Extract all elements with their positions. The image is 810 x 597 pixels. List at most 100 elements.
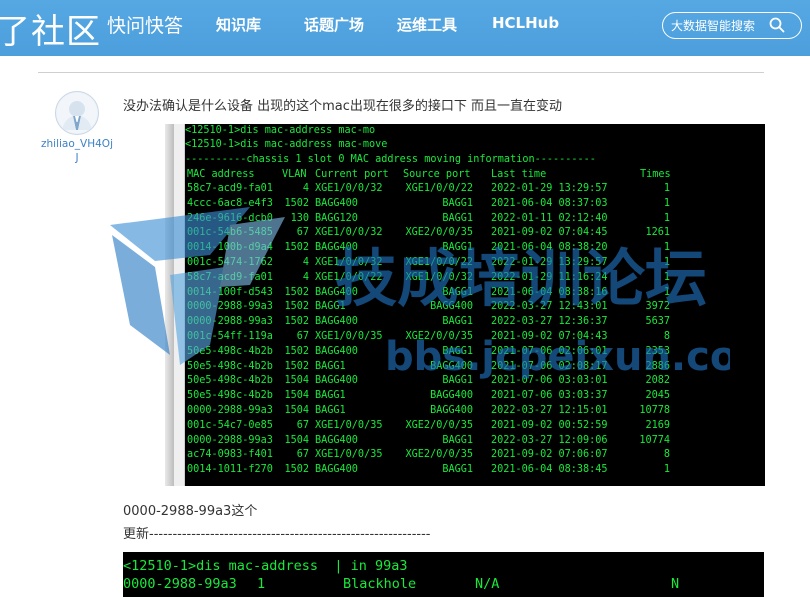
nav-item-quick-qa[interactable]: 快问快答	[107, 11, 183, 38]
terminal-screenshot-frame: <12510-1>dis mac-address mac-mo <12510-1…	[165, 124, 765, 486]
terminal-table-cell: BAGG1	[315, 405, 346, 416]
nav-item-topic-square[interactable]: 话题广场	[304, 14, 364, 35]
avatar-icon	[57, 93, 97, 133]
avatar[interactable]	[55, 91, 99, 135]
terminal-table-cell: 2022-01-29 11:16:24	[491, 271, 608, 283]
terminal-table-cell: BAGG1	[315, 390, 346, 402]
terminal-table-cell: 1504	[284, 375, 309, 387]
terminal2-cell: 1	[257, 576, 266, 592]
terminal-table-cell: XGE1/0/0/22	[315, 271, 383, 283]
terminal-table-cell: XGE1/0/0/22	[405, 257, 473, 268]
terminal-table-cell: 0014-100b-d9a4	[187, 242, 273, 254]
username[interactable]: zhiliao_VH4OjJ	[40, 137, 114, 165]
terminal-table-row: 50e5-498c-4b2b 1504 BAGG400 BAGG1 2021-07-06…	[185, 374, 765, 388]
terminal-output-2: <12510-1>dis mac-address | in 99a3 0000-…	[123, 552, 764, 597]
terminal-table-cell: 2021-06-04 08:37:03	[491, 197, 608, 209]
terminal-table-cell: 001c-54ff-119a	[187, 331, 273, 342]
terminal-header-cell: VLAN	[282, 169, 307, 180]
terminal-table-cell: BAGG1	[442, 464, 473, 476]
terminal-table-cell: XGE2/0/0/35	[405, 419, 473, 431]
site-logo[interactable]: 了社区	[0, 4, 101, 53]
terminal-table-cell: 1504	[284, 434, 309, 446]
terminal-table-row: 001c-5474-1762 4 XGE1/0/0/32 XGE1/0/0/22 202…	[185, 256, 765, 270]
terminal-table-row: 0014-100b-d9a4 1502 BAGG400 BAGG1 2021-06-04…	[185, 241, 765, 255]
terminal-table-cell: XGE1/0/0/32	[315, 183, 383, 194]
terminal-table-cell: 10778	[639, 405, 670, 416]
terminal-table-cell: 8	[663, 449, 670, 461]
terminal-table-cell: 1504	[284, 405, 309, 416]
terminal-table-cell: 4	[302, 183, 309, 194]
terminal-table-cell: 2021-09-02 00:52:59	[491, 419, 608, 431]
content-divider	[38, 72, 764, 73]
terminal-table-cell: XGE1/0/0/35	[315, 419, 383, 431]
terminal-table-cell: 2021-09-02 07:04:43	[491, 331, 608, 342]
terminal-table-row: 58c7-acd9-fa01 4 XGE1/0/0/32 XGE1/0/0/22 202…	[185, 182, 765, 196]
terminal-table-cell: BAGG1	[442, 345, 473, 357]
terminal-header-cell: Last time	[491, 169, 547, 180]
terminal-table-cell: 67	[296, 331, 309, 342]
terminal-table-cell: XGE2/0/0/35	[405, 449, 473, 461]
terminal2-cell: N	[671, 576, 680, 592]
terminal-table-cell: 1	[663, 242, 670, 254]
terminal-table-cell: BAGG1	[315, 360, 346, 372]
terminal-table-cell: 1502	[284, 286, 309, 298]
terminal-table-cell: 2021-07-06 02:06:01	[491, 345, 608, 357]
terminal-table-cell: 10774	[639, 434, 670, 446]
terminal-table-cell: 2022-01-11 02:12:40	[491, 212, 608, 224]
terminal-table-cell: 1	[663, 257, 670, 268]
terminal-table-row: 50e5-498c-4b2b 1502 BAGG400 BAGG1 2021-07-06…	[185, 345, 765, 359]
terminal-table-cell: 2022-01-29 13:29:57	[491, 257, 608, 268]
terminal-table-cell: 67	[296, 227, 309, 239]
terminal-table-cell: 2021-07-06 03:03:37	[491, 390, 608, 402]
terminal-table-cell: 4	[302, 257, 309, 268]
terminal-table-cell: XGE1/0/0/22	[405, 183, 473, 194]
window-edge	[165, 124, 174, 486]
terminal-table-cell: 2022-01-29 13:29:57	[491, 183, 608, 194]
terminal-table-cell: BAGG400	[430, 360, 473, 372]
terminal-table-cell: BAGG120	[315, 212, 358, 224]
terminal-table-cell: 2022-03-27 12:09:06	[491, 434, 608, 446]
terminal-table-cell: 4ccc-6ac8-e4f3	[187, 197, 273, 209]
terminal-table-cell: 3972	[645, 301, 670, 313]
terminal-table-cell: 2021-06-04 08:38:45	[491, 464, 608, 476]
terminal-table-row: 0000-2988-99a3 1502 BAGG400 BAGG1 2022-03-27…	[185, 315, 765, 329]
nav-item-hclhub[interactable]: HCLHub	[492, 14, 559, 32]
search-icon[interactable]	[768, 16, 786, 34]
terminal-table-cell: 0000-2988-99a3	[187, 316, 273, 328]
terminal-header-cell: Source port	[403, 169, 471, 180]
terminal-table-cell: XGE2/0/0/35	[405, 331, 473, 342]
terminal-table-cell: 2082	[645, 375, 670, 387]
terminal-table-cell: BAGG400	[315, 197, 358, 209]
terminal-command-line: <12510-1>dis mac-address mac-mo	[185, 125, 376, 136]
terminal-table-row: 58c7-acd9-fa01 4 XGE1/0/0/22 XGE1/0/0/32 202…	[185, 271, 765, 285]
terminal-table-cell: 246e-9616-dcb0	[187, 212, 273, 224]
nav-item-knowledge-base[interactable]: 知识库	[216, 14, 261, 35]
terminal-table-row: 001c-54ff-119a 67 XGE1/0/0/35 XGE2/0/0/35 20…	[185, 330, 765, 344]
terminal-table-cell: 1	[663, 212, 670, 224]
terminal-table-cell: 2022-03-27 12:36:37	[491, 316, 608, 328]
terminal-header-cell: Current port	[315, 169, 389, 180]
terminal-table-cell: 4	[302, 271, 309, 283]
mac-note-text: 0000-2988-99a3这个	[123, 504, 258, 519]
search-input[interactable]	[669, 16, 773, 36]
top-nav-bar: 了社区 快问快答 知识库 话题广场 运维工具 HCLHub	[0, 0, 810, 56]
terminal-table-cell: BAGG400	[430, 390, 473, 402]
terminal-table-cell: BAGG400	[315, 464, 358, 476]
terminal-table-cell: 8	[663, 331, 670, 342]
terminal-table-cell: 2886	[645, 360, 670, 372]
terminal-table-cell: 1502	[284, 197, 309, 209]
post-body-text: 没办法确认是什么设备 出现的这个mac出现在很多的接口下 而且一直在变动	[123, 99, 563, 114]
terminal-command-line: <12510-1>dis mac-address mac-move	[185, 139, 388, 150]
terminal-table-cell: BAGG1	[442, 375, 473, 387]
nav-item-ops-tools[interactable]: 运维工具	[397, 14, 457, 35]
terminal-table-row: 246e-9616-dcb0 130 BAGG120 BAGG1 2022-01-11 …	[185, 212, 765, 226]
terminal-table-cell: XGE1/0/0/32	[405, 271, 473, 283]
terminal-header-row: MAC address VLAN Current port Source port La…	[185, 168, 765, 182]
terminal-table-cell: 1	[663, 286, 670, 298]
terminal-table-cell: 0014-1011-f270	[187, 464, 273, 476]
terminal-table-row: 001c-54c7-0e85 67 XGE1/0/0/35 XGE2/0/0/35 20…	[185, 419, 765, 433]
terminal-table-cell: BAGG400	[315, 345, 358, 357]
search-box[interactable]	[662, 12, 802, 39]
terminal-table-cell: 001c-54b6-5485	[187, 227, 273, 239]
terminal-table-cell: 2022-03-27 12:15:01	[491, 405, 608, 416]
